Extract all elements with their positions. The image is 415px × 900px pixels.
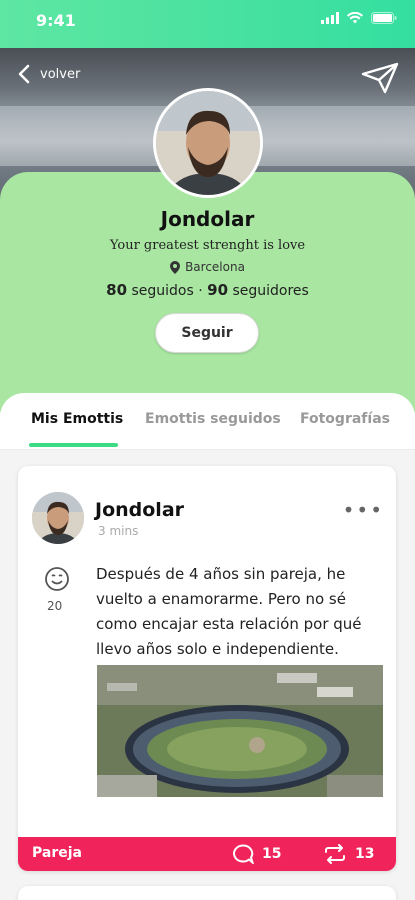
post-text: Después de 4 años sin pareja, he vuelto … — [96, 565, 362, 658]
back-label: volver — [40, 66, 81, 82]
more-icon: ••• — [342, 498, 384, 522]
post-avatar[interactable] — [32, 492, 84, 544]
profile-avatar — [153, 88, 263, 198]
repost-button[interactable]: 13 — [323, 844, 374, 864]
post-card[interactable]: Jondolar 3 mins ••• 20 Después de 4 años… — [18, 466, 396, 871]
tab-emottis-seguidos[interactable]: Emottis seguidos — [145, 411, 281, 427]
status-bar: 9:41 — [0, 0, 415, 48]
next-post-card[interactable] — [18, 886, 396, 900]
comments-count: 15 — [262, 846, 282, 862]
send-icon — [361, 62, 399, 94]
post-footer: Pareja 15 13 — [18, 837, 396, 871]
stats-separator: · — [198, 283, 203, 299]
profile-tabs: Mis Emottis Emottis seguidos Fotografías — [0, 393, 415, 450]
send-button[interactable] — [361, 62, 399, 98]
more-button[interactable]: ••• — [343, 498, 384, 522]
followers-label: seguidores — [232, 283, 309, 299]
wifi-icon — [347, 12, 363, 24]
tab-fotografias[interactable]: Fotografías — [300, 411, 390, 427]
back-chevron-icon — [18, 64, 30, 84]
follow-button[interactable]: Seguir — [155, 313, 259, 353]
location-text: Barcelona — [185, 260, 245, 274]
post-author[interactable]: Jondolar — [95, 499, 184, 521]
repost-icon — [325, 844, 345, 864]
reaction-count: 20 — [47, 599, 63, 613]
profile-name: Jondolar — [160, 207, 255, 231]
status-time: 9:41 — [36, 11, 76, 30]
comment-icon — [233, 844, 254, 864]
tab-mis-emottis[interactable]: Mis Emottis — [31, 411, 123, 427]
reposts-count: 13 — [355, 846, 375, 862]
following-label: seguidos — [131, 283, 194, 299]
followers-count: 90 — [207, 281, 229, 299]
back-button[interactable]: volver — [18, 64, 80, 84]
category-tag[interactable]: Pareja — [32, 845, 82, 861]
profile-bio: Your greatest strenght is love — [109, 238, 306, 253]
battery-icon — [371, 12, 397, 24]
follow-stats: 80 seguidos · 90 seguidores — [0, 281, 415, 299]
reaction-button[interactable] — [44, 566, 70, 596]
following-count: 80 — [106, 281, 128, 299]
location-pin-icon — [170, 260, 181, 274]
comments-button[interactable]: 15 — [232, 844, 281, 864]
active-tab-indicator — [29, 443, 118, 447]
signal-icon — [321, 12, 339, 24]
post-time: 3 mins — [98, 524, 139, 538]
post-image[interactable] — [97, 665, 383, 797]
profile-location: Barcelona — [0, 260, 415, 274]
emoji-icon — [45, 567, 69, 591]
status-icons — [321, 12, 397, 24]
